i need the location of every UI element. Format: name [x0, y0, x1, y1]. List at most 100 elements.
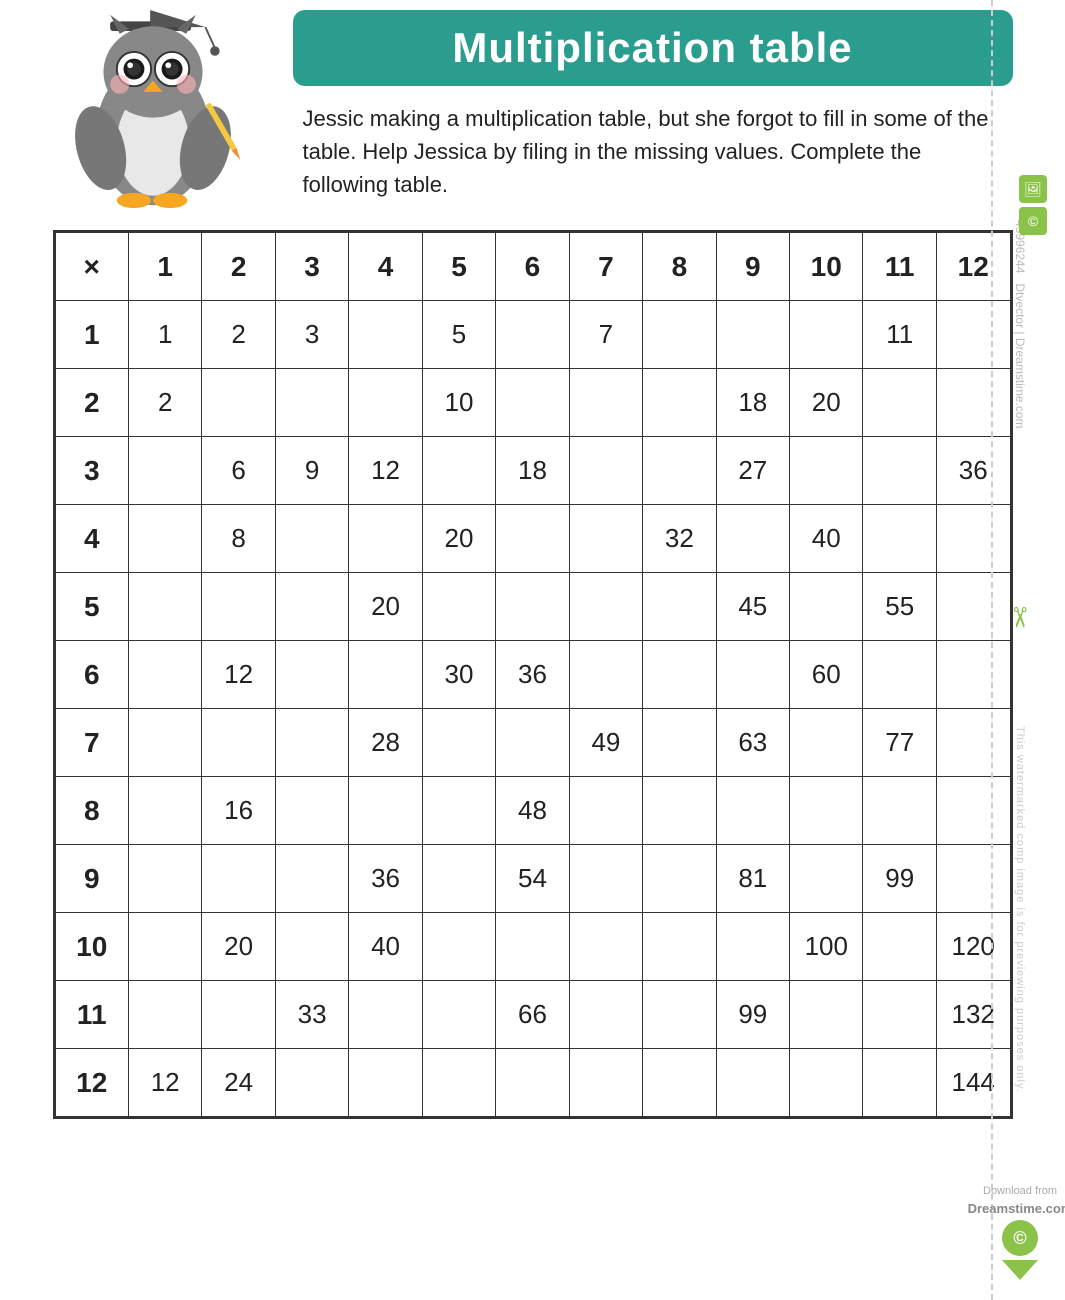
header-cell-7: 7	[569, 233, 642, 301]
cell-11-12: 132	[936, 981, 1010, 1049]
cell-3-6: 18	[496, 437, 569, 505]
cell-5-2	[202, 573, 275, 641]
cell-2-8	[643, 369, 716, 437]
cell-11-1	[128, 981, 201, 1049]
cell-7-11: 77	[863, 709, 936, 777]
cell-4-1	[128, 505, 201, 573]
cell-12-9	[716, 1049, 789, 1117]
multiplication-table-wrapper: ×123456789101112112357112210182036912182…	[53, 230, 1013, 1119]
green-triangle	[1002, 1260, 1038, 1280]
cell-2-11	[863, 369, 936, 437]
cell-12-10	[790, 1049, 863, 1117]
cell-10-6	[496, 913, 569, 981]
row-label-11: 11	[55, 981, 128, 1049]
cell-7-4: 28	[349, 709, 422, 777]
cell-3-7	[569, 437, 642, 505]
cell-10-12: 120	[936, 913, 1010, 981]
header-cell-6: 6	[496, 233, 569, 301]
description-text: Jessic making a multiplication table, bu…	[293, 102, 1013, 201]
dashed-separator	[991, 0, 993, 1300]
cell-4-4	[349, 505, 422, 573]
cell-6-12	[936, 641, 1010, 709]
cell-1-8	[643, 301, 716, 369]
cell-8-9	[716, 777, 789, 845]
row-label-5: 5	[55, 573, 128, 641]
cell-3-10	[790, 437, 863, 505]
header-cell-1: 1	[128, 233, 201, 301]
cell-3-2: 6	[202, 437, 275, 505]
cell-1-7: 7	[569, 301, 642, 369]
cell-11-2	[202, 981, 275, 1049]
cell-9-12	[936, 845, 1010, 913]
cell-1-11: 11	[863, 301, 936, 369]
cell-2-1: 2	[128, 369, 201, 437]
cell-8-3	[275, 777, 348, 845]
table-row: 22101820	[55, 369, 1010, 437]
cell-10-3	[275, 913, 348, 981]
cell-2-2	[202, 369, 275, 437]
download-text: Download from	[983, 1185, 1057, 1197]
cell-8-11	[863, 777, 936, 845]
cell-12-8	[643, 1049, 716, 1117]
cell-1-5: 5	[422, 301, 495, 369]
header-cell-12: 12	[936, 233, 1010, 301]
cell-12-2: 24	[202, 1049, 275, 1117]
cell-2-6	[496, 369, 569, 437]
cell-1-9	[716, 301, 789, 369]
table-row: 36912182736	[55, 437, 1010, 505]
cell-4-8: 32	[643, 505, 716, 573]
cell-6-3	[275, 641, 348, 709]
cell-6-6: 36	[496, 641, 569, 709]
cell-4-6	[496, 505, 569, 573]
cell-12-11	[863, 1049, 936, 1117]
cell-11-9: 99	[716, 981, 789, 1049]
cell-2-12	[936, 369, 1010, 437]
dreamstime-text: Dreamstime.com	[968, 1201, 1065, 1216]
row-label-7: 7	[55, 709, 128, 777]
cell-8-5	[422, 777, 495, 845]
cell-4-11	[863, 505, 936, 573]
green-badges: 🖼 ©	[1019, 175, 1047, 235]
badge-icon-1: 🖼	[1019, 175, 1047, 203]
row-label-6: 6	[55, 641, 128, 709]
cell-1-6	[496, 301, 569, 369]
cell-3-1	[128, 437, 201, 505]
cell-8-2: 16	[202, 777, 275, 845]
cell-10-4: 40	[349, 913, 422, 981]
cell-12-4	[349, 1049, 422, 1117]
table-row: 5204555	[55, 573, 1010, 641]
page-title: Multiplication table	[323, 24, 983, 72]
cell-8-12	[936, 777, 1010, 845]
header-cell-5: 5	[422, 233, 495, 301]
cell-9-6: 54	[496, 845, 569, 913]
row-label-9: 9	[55, 845, 128, 913]
watermark-preview-text: This watermarked comp image is for previ…	[1014, 726, 1026, 1093]
cell-7-1	[128, 709, 201, 777]
header: Multiplication table Jessic making a mul…	[53, 10, 1013, 210]
cell-7-2	[202, 709, 275, 777]
multiply-symbol-cell: ×	[55, 233, 128, 301]
cell-7-10	[790, 709, 863, 777]
cell-3-11	[863, 437, 936, 505]
cell-6-2: 12	[202, 641, 275, 709]
cell-6-7	[569, 641, 642, 709]
cell-12-7	[569, 1049, 642, 1117]
cell-7-9: 63	[716, 709, 789, 777]
cell-3-4: 12	[349, 437, 422, 505]
row-label-1: 1	[55, 301, 128, 369]
cell-9-11: 99	[863, 845, 936, 913]
cell-10-7	[569, 913, 642, 981]
bottom-badges: Download from Dreamstime.com ©	[968, 1185, 1065, 1280]
row-label-10: 10	[55, 913, 128, 981]
cell-5-6	[496, 573, 569, 641]
header-cell-8: 8	[643, 233, 716, 301]
row-label-2: 2	[55, 369, 128, 437]
header-cell-2: 2	[202, 233, 275, 301]
cell-10-1	[128, 913, 201, 981]
cell-4-7	[569, 505, 642, 573]
cell-12-12: 144	[936, 1049, 1010, 1117]
cell-8-10	[790, 777, 863, 845]
cell-1-10	[790, 301, 863, 369]
cell-7-12	[936, 709, 1010, 777]
cell-11-8	[643, 981, 716, 1049]
